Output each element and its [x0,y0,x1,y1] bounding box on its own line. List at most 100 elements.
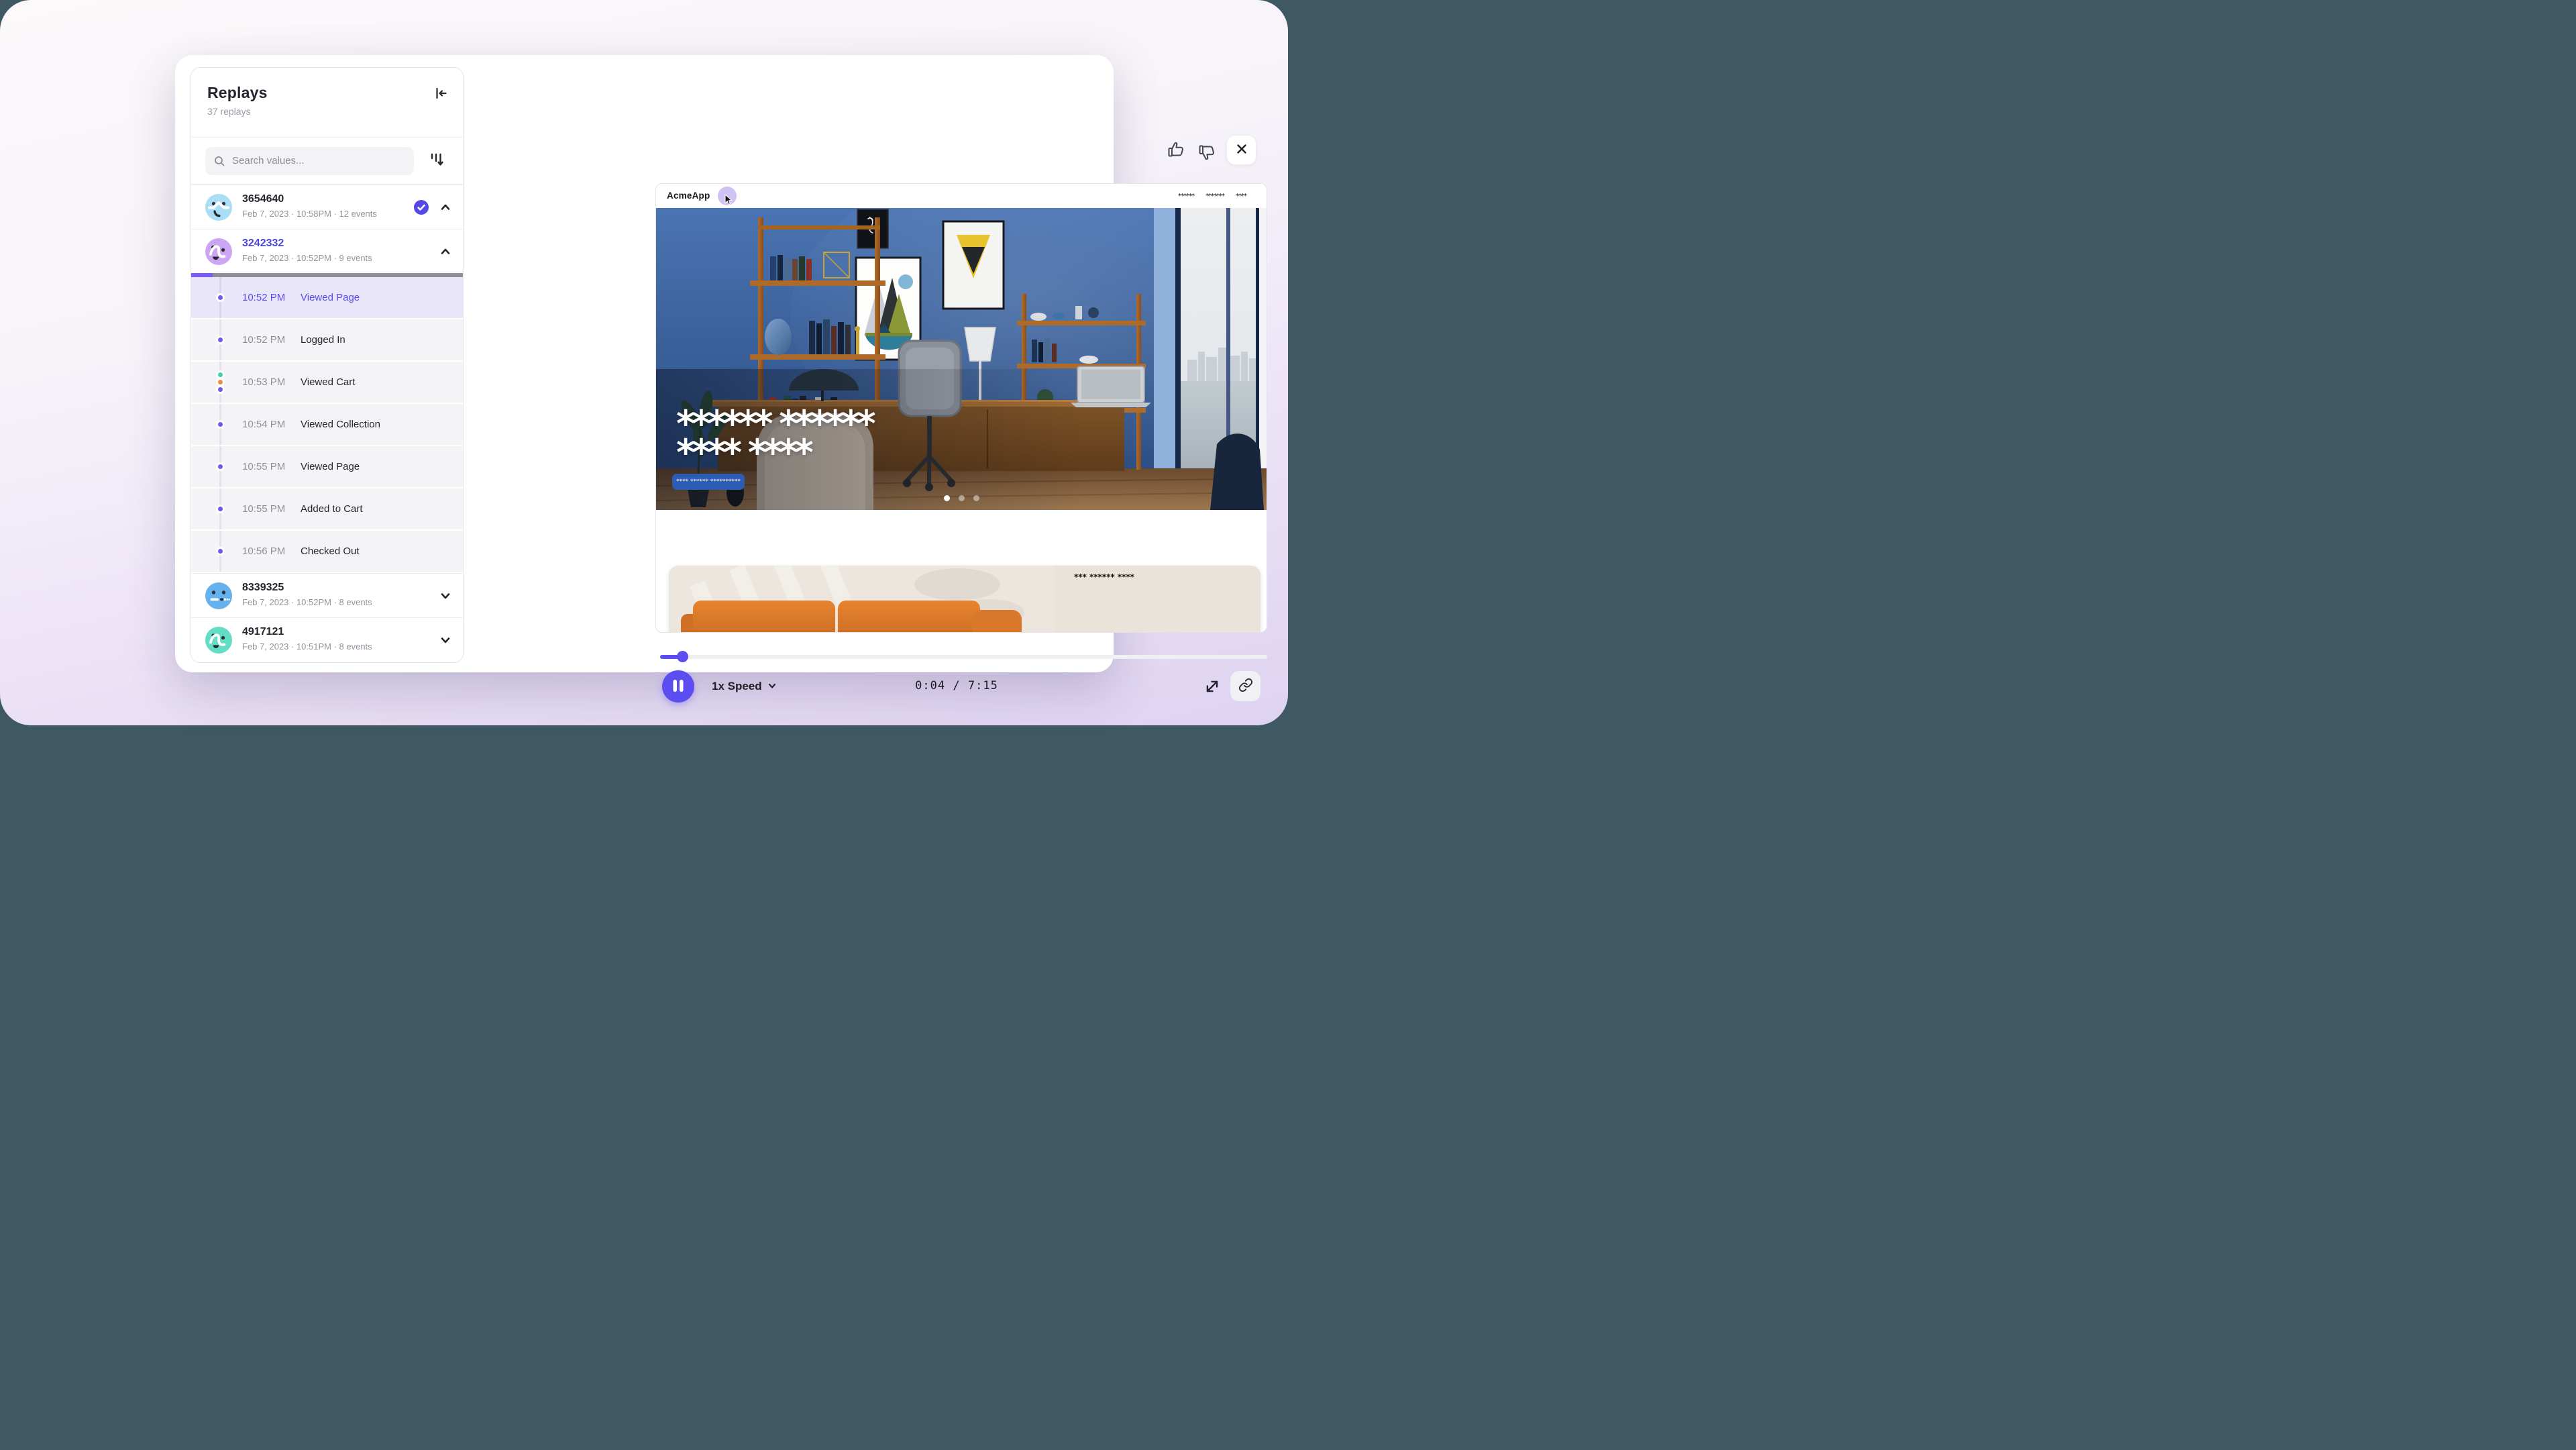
replay-count: 37 replays [207,106,448,117]
session-meta: Feb 7, 2023 · 10:51PM · 8 events [242,641,372,652]
avatar [205,238,232,265]
hero-cta-button-masked: **** ****** ********** [672,474,745,490]
copy-link-button[interactable] [1230,671,1260,701]
hero-headline-masked-line2: **** **** [676,435,810,471]
chevron-up-icon[interactable] [440,202,451,213]
session-id: 3654640 [242,193,284,205]
session-row-4917121[interactable]: 4917121 Feb 7, 2023 · 10:51PM · 8 events [191,617,463,662]
product-card-text-masked: *** ****** **** [1074,572,1134,582]
event-label: Viewed Page [301,446,360,487]
event-dot [216,335,225,344]
avatar [205,194,232,221]
site-nav-links: ****** ******* **** [1178,184,1246,208]
event-row[interactable]: 10:52 PM Viewed Page [191,277,463,318]
session-row-3242332[interactable]: 3242332 Feb 7, 2023 · 10:52PM · 9 events [191,229,463,273]
thumbs-up-button[interactable] [1167,140,1187,160]
product-photo-sofa [669,566,1054,633]
speed-label: 1x Speed [712,680,762,693]
session-id: 4917121 [242,626,284,638]
close-icon [1235,142,1248,158]
avatar [205,582,232,609]
site-brand: AcmeApp [667,184,710,208]
collapse-left-icon [433,86,448,103]
session-meta: Feb 7, 2023 · 10:52PM · 8 events [242,597,372,607]
session-row-8339325[interactable]: 8339325 Feb 7, 2023 · 10:52PM · 8 events [191,573,463,617]
time-current: 0:04 [915,679,945,692]
sort-descending-icon [429,160,445,170]
screen: Replays 37 replays [0,0,1288,725]
link-icon [1238,678,1253,694]
chevron-down-icon[interactable] [440,590,451,601]
event-label: Checked Out [301,531,360,572]
thumbs-down-icon [1197,154,1218,164]
playback-progress-bar[interactable] [660,655,1267,659]
search-input[interactable] [205,147,414,175]
carousel-dots [656,495,1267,501]
session-row-3654640[interactable]: 3654640 Feb 7, 2023 · 10:58PM · 12 event… [191,185,463,229]
search-box [205,147,414,175]
event-label: Viewed Cart [301,362,355,403]
page-background: Replays 37 replays [0,0,1288,725]
chevron-up-icon[interactable] [440,246,451,257]
session-meta: Feb 7, 2023 · 10:58PM · 12 events [242,209,377,219]
event-time: 10:52 PM [242,319,285,360]
search-icon [213,155,225,170]
site-nav-bar: AcmeApp ****** ******* **** [656,184,1267,208]
sort-button[interactable] [429,152,445,170]
event-label: Viewed Collection [301,404,380,445]
thumbs-up-icon [1167,152,1187,162]
event-dot [216,385,225,394]
collapse-sidebar-button[interactable] [432,85,449,103]
event-label: Logged In [301,319,345,360]
session-id: 8339325 [242,582,284,594]
expand-button[interactable] [1204,678,1220,694]
check-badge-icon [414,200,429,215]
event-row[interactable]: 10:55 PM Added to Cart [191,488,463,529]
carousel-dot [973,495,979,501]
pause-icon [662,670,694,704]
event-row[interactable]: 10:53 PM Viewed Cart [191,362,463,403]
chevron-down-icon [767,681,777,692]
event-dot [216,420,225,429]
carousel-dot [959,495,965,501]
session-id: 3242332 [242,238,284,250]
event-dot [216,293,225,302]
close-button[interactable] [1226,135,1256,165]
event-list: 10:52 PM Viewed Page 10:52 PM Logged In … [191,277,463,572]
cursor-icon [724,194,735,209]
event-time: 10:52 PM [242,277,285,318]
event-dot [216,547,225,556]
page-title: Replays [207,84,448,102]
playback-speed-selector[interactable]: 1x Speed [712,678,777,694]
event-dot [216,505,225,513]
event-row[interactable]: 10:56 PM Checked Out [191,531,463,572]
event-time: 10:56 PM [242,531,285,572]
chevron-down-icon[interactable] [440,635,451,645]
playback-progress-knob[interactable] [677,651,688,662]
site-product-card: *** ****** **** [669,566,1260,633]
site-nav-link-masked: **** [1236,193,1246,200]
thumbs-down-button[interactable] [1197,142,1218,162]
event-time: 10:54 PM [242,404,285,445]
site-nav-link-masked: ******* [1205,193,1224,200]
event-time: 10:55 PM [242,488,285,529]
session-meta: Feb 7, 2023 · 10:52PM · 9 events [242,253,372,263]
expand-icon [1204,686,1220,696]
carousel-dot-active [944,495,950,501]
time-total: 7:15 [968,679,998,692]
event-time: 10:55 PM [242,446,285,487]
site-hero: ****** ****** **** **** **** ****** ****… [656,208,1267,510]
event-time: 10:53 PM [242,362,285,403]
event-row[interactable]: 10:55 PM Viewed Page [191,446,463,487]
pause-button[interactable] [662,670,694,703]
playback-time: 0:04 / 7:15 [859,679,1054,692]
event-dot [216,462,225,471]
replay-modal: Replays 37 replays [175,55,1114,672]
event-row[interactable]: 10:54 PM Viewed Collection [191,404,463,445]
replays-sidebar: Replays 37 replays [191,67,464,663]
event-row[interactable]: 10:52 PM Logged In [191,319,463,360]
event-label: Viewed Page [301,277,360,318]
time-divider: / [953,679,960,692]
avatar [205,627,232,654]
site-nav-link-masked: ****** [1178,193,1194,200]
